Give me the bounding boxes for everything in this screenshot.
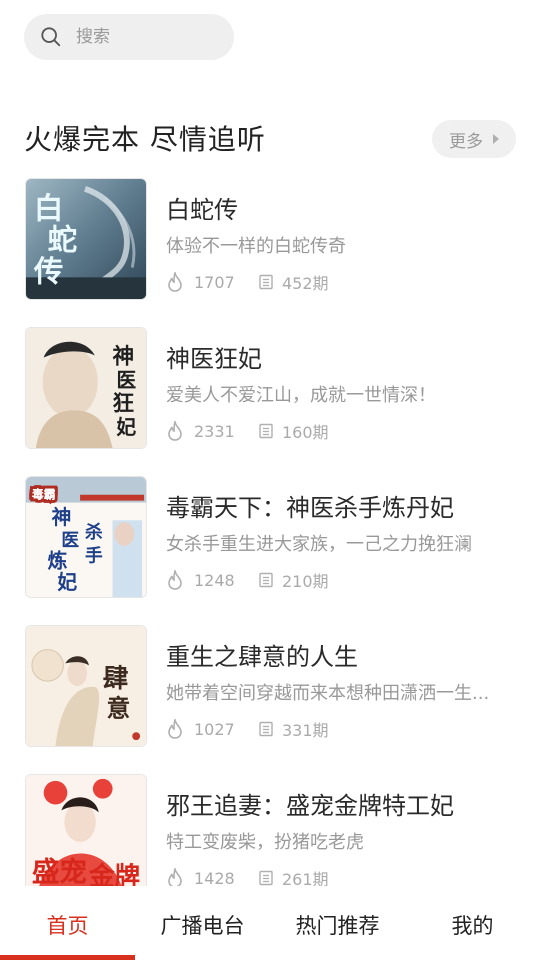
svg-text:意: 意 [107, 694, 131, 722]
book-item[interactable]: 白 蛇 传 白蛇传 体验不一样的白蛇传奇 1707 452期 [0, 178, 540, 327]
book-description: 她带着空间穿越而来本想种田潇洒一生... [166, 683, 490, 704]
fire-icon [168, 868, 182, 886]
book-item[interactable]: 盛宠 金牌 邪王追妻：盛宠金牌特工妃 特工变废柴，扮猪吃老虎 1428 261期 [0, 774, 540, 886]
svg-text:妃: 妃 [116, 416, 136, 439]
book-title[interactable]: 白蛇传 [166, 190, 238, 225]
fire-icon [168, 570, 182, 590]
svg-text:医: 医 [116, 369, 136, 392]
search-input[interactable] [76, 27, 196, 47]
episode-count: 261期 [282, 870, 329, 886]
svg-text:狂: 狂 [113, 392, 135, 417]
tab-hot[interactable]: 热门推荐 [270, 888, 405, 960]
book-description: 女杀手重生进大家族，一己之力挽狂澜 [166, 534, 472, 555]
svg-text:蛇: 蛇 [48, 222, 78, 257]
play-count: 1707 [194, 272, 235, 292]
svg-text:神: 神 [52, 506, 72, 529]
tab-me[interactable]: 我的 [405, 888, 540, 960]
tab-radio[interactable]: 广播电台 [135, 888, 270, 960]
svg-text:杀: 杀 [85, 521, 103, 543]
book-description: 体验不一样的白蛇传奇 [166, 236, 346, 257]
episode-count: 452期 [282, 274, 329, 293]
fire-icon [168, 719, 182, 739]
episode-list-icon [259, 721, 273, 737]
book-description: 特工变废柴，扮猪吃老虎 [166, 832, 364, 853]
svg-text:妃: 妃 [57, 571, 77, 594]
svg-text:炼: 炼 [48, 549, 68, 572]
book-cover[interactable]: 白 蛇 传 [25, 178, 147, 300]
episode-list-icon [259, 423, 273, 439]
play-count: 2331 [194, 421, 235, 441]
book-list: 白 蛇 传 白蛇传 体验不一样的白蛇传奇 1707 452期 神 医 狂 妃 神… [0, 178, 540, 886]
book-description: 爱美人不爱江山，成就一世情深！ [166, 385, 436, 406]
episode-list-icon [259, 870, 273, 886]
svg-text:白: 白 [34, 190, 64, 225]
book-item[interactable]: 神 医 狂 妃 神医狂妃 爱美人不爱江山，成就一世情深！ 2331 160期 [0, 327, 540, 476]
book-title[interactable]: 毒霸天下：神医杀手炼丹妃 [166, 488, 454, 523]
search-icon [41, 27, 61, 47]
episode-count: 331期 [282, 721, 329, 740]
book-cover[interactable]: 神 医 狂 妃 [25, 327, 147, 449]
book-meta: 1428 261期 [166, 866, 329, 886]
bottom-tab-bar: 首页 广播电台 热门推荐 我的 [0, 888, 540, 960]
episode-count: 160期 [282, 423, 329, 442]
more-label: 更多 [449, 131, 483, 152]
svg-text:金牌: 金牌 [88, 862, 140, 886]
book-cover[interactable]: 肆 意 [25, 625, 147, 747]
svg-text:毒霸: 毒霸 [32, 488, 56, 502]
book-cover[interactable]: 盛宠 金牌 [25, 774, 147, 886]
more-button[interactable]: 更多 [432, 120, 516, 158]
book-meta: 1027 331期 [166, 717, 329, 741]
episode-list-icon [259, 274, 273, 290]
book-cover[interactable]: 毒霸 毒霸 神 医 炼 妃 杀 手 [25, 476, 147, 598]
svg-text:盛宠: 盛宠 [32, 856, 87, 886]
book-item[interactable]: 肆 意 重生之肆意的人生 她带着空间穿越而来本想种田潇洒一生... 1027 3… [0, 625, 540, 774]
play-count: 1428 [194, 868, 235, 887]
fire-icon [168, 421, 182, 441]
svg-text:手: 手 [85, 545, 103, 567]
tab-home[interactable]: 首页 [0, 888, 135, 960]
play-count: 1027 [194, 719, 235, 739]
book-meta: 1248 210期 [166, 568, 329, 592]
book-meta: 1707 452期 [166, 270, 329, 294]
triangle-right-icon [493, 134, 499, 144]
book-meta: 2331 160期 [166, 419, 329, 443]
svg-text:神: 神 [113, 343, 135, 369]
section-title: 火爆完本 尽情追听 [24, 123, 266, 156]
episode-list-icon [259, 572, 273, 588]
book-item[interactable]: 毒霸 毒霸 神 医 炼 妃 杀 手 毒霸天下：神医杀手炼丹妃 女杀手重生进大家族… [0, 476, 540, 625]
play-count: 1248 [194, 570, 235, 590]
svg-text:肆: 肆 [103, 664, 129, 694]
fire-icon [168, 272, 182, 292]
svg-text:医: 医 [61, 530, 79, 551]
search-bar[interactable] [24, 14, 234, 60]
book-title[interactable]: 重生之肆意的人生 [166, 637, 358, 672]
book-title[interactable]: 邪王追妻：盛宠金牌特工妃 [166, 786, 454, 821]
svg-text:传: 传 [33, 253, 64, 288]
book-title[interactable]: 神医狂妃 [166, 339, 262, 374]
episode-count: 210期 [282, 572, 329, 591]
